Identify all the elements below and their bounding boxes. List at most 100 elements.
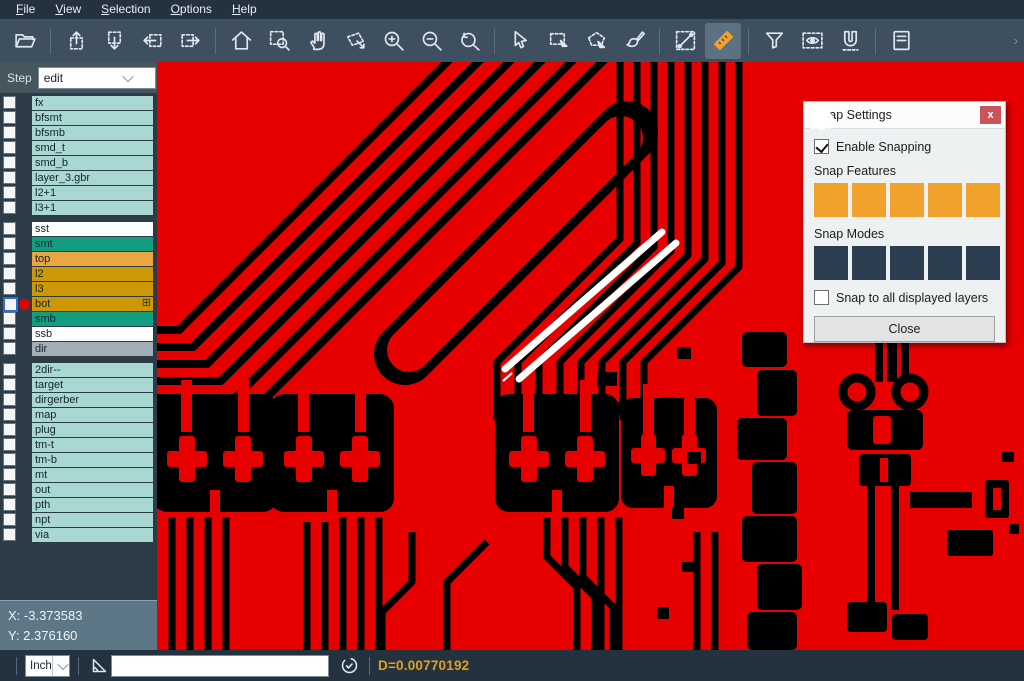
step-select[interactable]: edit [38, 67, 156, 89]
layer-visibility-checkbox[interactable] [3, 186, 16, 199]
layer-visibility-checkbox[interactable] [3, 453, 16, 466]
snap-vertex-button[interactable] [966, 246, 1000, 280]
layer-visibility-checkbox[interactable] [3, 513, 16, 526]
tool-home-view-button[interactable] [223, 23, 259, 59]
layer-row-ssb[interactable]: ssb [0, 327, 157, 341]
layer-name[interactable]: smd_b [32, 156, 153, 170]
layer-name[interactable]: bfsmt [32, 111, 153, 125]
layer-name[interactable]: 2dir-- [32, 363, 153, 377]
layer-visibility-checkbox[interactable] [3, 126, 16, 139]
menu-view[interactable]: View [45, 0, 91, 19]
layer-row-layer_3.gbr[interactable]: layer_3.gbr [0, 171, 157, 185]
layer-visibility-checkbox[interactable] [3, 282, 16, 295]
layer-name[interactable]: layer_3.gbr [32, 171, 153, 185]
tool-pan-down-button[interactable] [96, 23, 132, 59]
layer-visibility-checkbox[interactable] [3, 237, 16, 250]
layer-name[interactable]: npt [32, 513, 153, 527]
close-button[interactable]: Close [814, 316, 995, 342]
tool-select-rectangle-button[interactable] [540, 23, 576, 59]
layer-visibility-checkbox[interactable] [3, 312, 16, 325]
layer-row-dir[interactable]: dir [0, 342, 157, 356]
tool-select-polygon-button[interactable] [578, 23, 614, 59]
tool-snap-magnet-button[interactable] [832, 23, 868, 59]
layer-row-target[interactable]: target [0, 378, 157, 392]
layer-visibility-checkbox[interactable] [3, 252, 16, 265]
layer-visibility-checkbox[interactable] [3, 363, 16, 376]
snap-arc-button[interactable] [928, 183, 962, 217]
tool-clear-selection-brush-button[interactable] [616, 23, 652, 59]
tool-zoom-area-button[interactable] [261, 23, 297, 59]
layer-visibility-checkbox[interactable] [3, 171, 16, 184]
tool-pan-right-button[interactable] [172, 23, 208, 59]
layer-name[interactable]: smt [32, 237, 153, 251]
layer-row-l3+1[interactable]: l3+1 [0, 201, 157, 215]
apply-check-icon[interactable] [337, 654, 361, 678]
snap-midpoint-button[interactable] [852, 246, 886, 280]
layer-visibility-checkbox[interactable] [3, 201, 16, 214]
layer-row-smt[interactable]: smt [0, 237, 157, 251]
layer-visibility-checkbox[interactable] [3, 378, 16, 391]
layer-name[interactable]: tm-b [32, 453, 153, 467]
layer-row-mt[interactable]: mt [0, 468, 157, 482]
layer-row-top[interactable]: top [0, 252, 157, 266]
layer-name[interactable]: sst [32, 222, 153, 236]
tool-zoom-in-button[interactable] [375, 23, 411, 59]
layer-row-map[interactable]: map [0, 408, 157, 422]
layer-visibility-checkbox[interactable] [3, 222, 16, 235]
layer-row-sst[interactable]: sst [0, 222, 157, 236]
layer-visibility-checkbox[interactable] [3, 498, 16, 511]
layer-visibility-checkbox[interactable] [3, 408, 16, 421]
layer-row-npt[interactable]: npt [0, 513, 157, 527]
tool-filter-funnel-button[interactable] [756, 23, 792, 59]
layer-name[interactable]: top [32, 252, 153, 266]
layer-row-via[interactable]: via [0, 528, 157, 542]
tool-zoom-selected-button[interactable] [337, 23, 373, 59]
layer-name[interactable]: smd_t [32, 141, 153, 155]
layer-row-pth[interactable]: pth [0, 498, 157, 512]
layer-visibility-checkbox[interactable] [3, 438, 16, 451]
layer-row-bfsmt[interactable]: bfsmt [0, 111, 157, 125]
command-input[interactable] [111, 655, 329, 677]
snap-line-button[interactable] [814, 183, 848, 217]
snap-text-button[interactable] [966, 183, 1000, 217]
snap-feature-outline-button[interactable] [890, 246, 924, 280]
layer-name[interactable]: l3 [32, 282, 153, 296]
layer-visibility-checkbox[interactable] [3, 393, 16, 406]
layer-row-fx[interactable]: fx [0, 96, 157, 110]
layer-name[interactable]: fx [32, 96, 153, 110]
tool-layer-form-button[interactable] [883, 23, 919, 59]
layer-name[interactable]: l3+1 [32, 201, 153, 215]
layer-visibility-checkbox[interactable] [3, 342, 16, 355]
layer-name[interactable]: out [32, 483, 153, 497]
layer-row-bfsmb[interactable]: bfsmb [0, 126, 157, 140]
layer-visibility-checkbox[interactable] [3, 297, 18, 312]
snap-surface-button[interactable] [890, 183, 924, 217]
layer-row-smd_t[interactable]: smd_t [0, 141, 157, 155]
layer-visibility-checkbox[interactable] [3, 156, 16, 169]
layer-name[interactable]: pth [32, 498, 153, 512]
layer-row-tm-b[interactable]: tm-b [0, 453, 157, 467]
layer-name[interactable]: target [32, 378, 153, 392]
layer-visibility-checkbox[interactable] [3, 96, 16, 109]
layer-row-dirgerber[interactable]: dirgerber [0, 393, 157, 407]
layer-name[interactable]: tm-t [32, 438, 153, 452]
layer-name[interactable]: l2+1 [32, 186, 153, 200]
layer-row-l2[interactable]: l2 [0, 267, 157, 281]
layer-name[interactable]: mt [32, 468, 153, 482]
tool-select-pointer-button[interactable] [502, 23, 538, 59]
layer-row-2dir--[interactable]: 2dir-- [0, 363, 157, 377]
layer-row-tm-t[interactable]: tm-t [0, 438, 157, 452]
tool-pan-up-button[interactable] [58, 23, 94, 59]
layer-row-out[interactable]: out [0, 483, 157, 497]
tool-measure-distance-button[interactable] [667, 23, 703, 59]
layer-visibility-checkbox[interactable] [3, 468, 16, 481]
layer-name[interactable]: via [32, 528, 153, 542]
tool-open-folder-button[interactable] [7, 23, 43, 59]
layer-name[interactable]: ssb [32, 327, 153, 341]
snap-feature-button[interactable] [928, 246, 962, 280]
tool-pan-left-button[interactable] [134, 23, 170, 59]
units-select[interactable]: Inch [25, 655, 70, 677]
layer-name[interactable]: bot⊞ [32, 297, 153, 311]
layer-row-plug[interactable]: plug [0, 423, 157, 437]
layer-visibility-checkbox[interactable] [3, 528, 16, 541]
